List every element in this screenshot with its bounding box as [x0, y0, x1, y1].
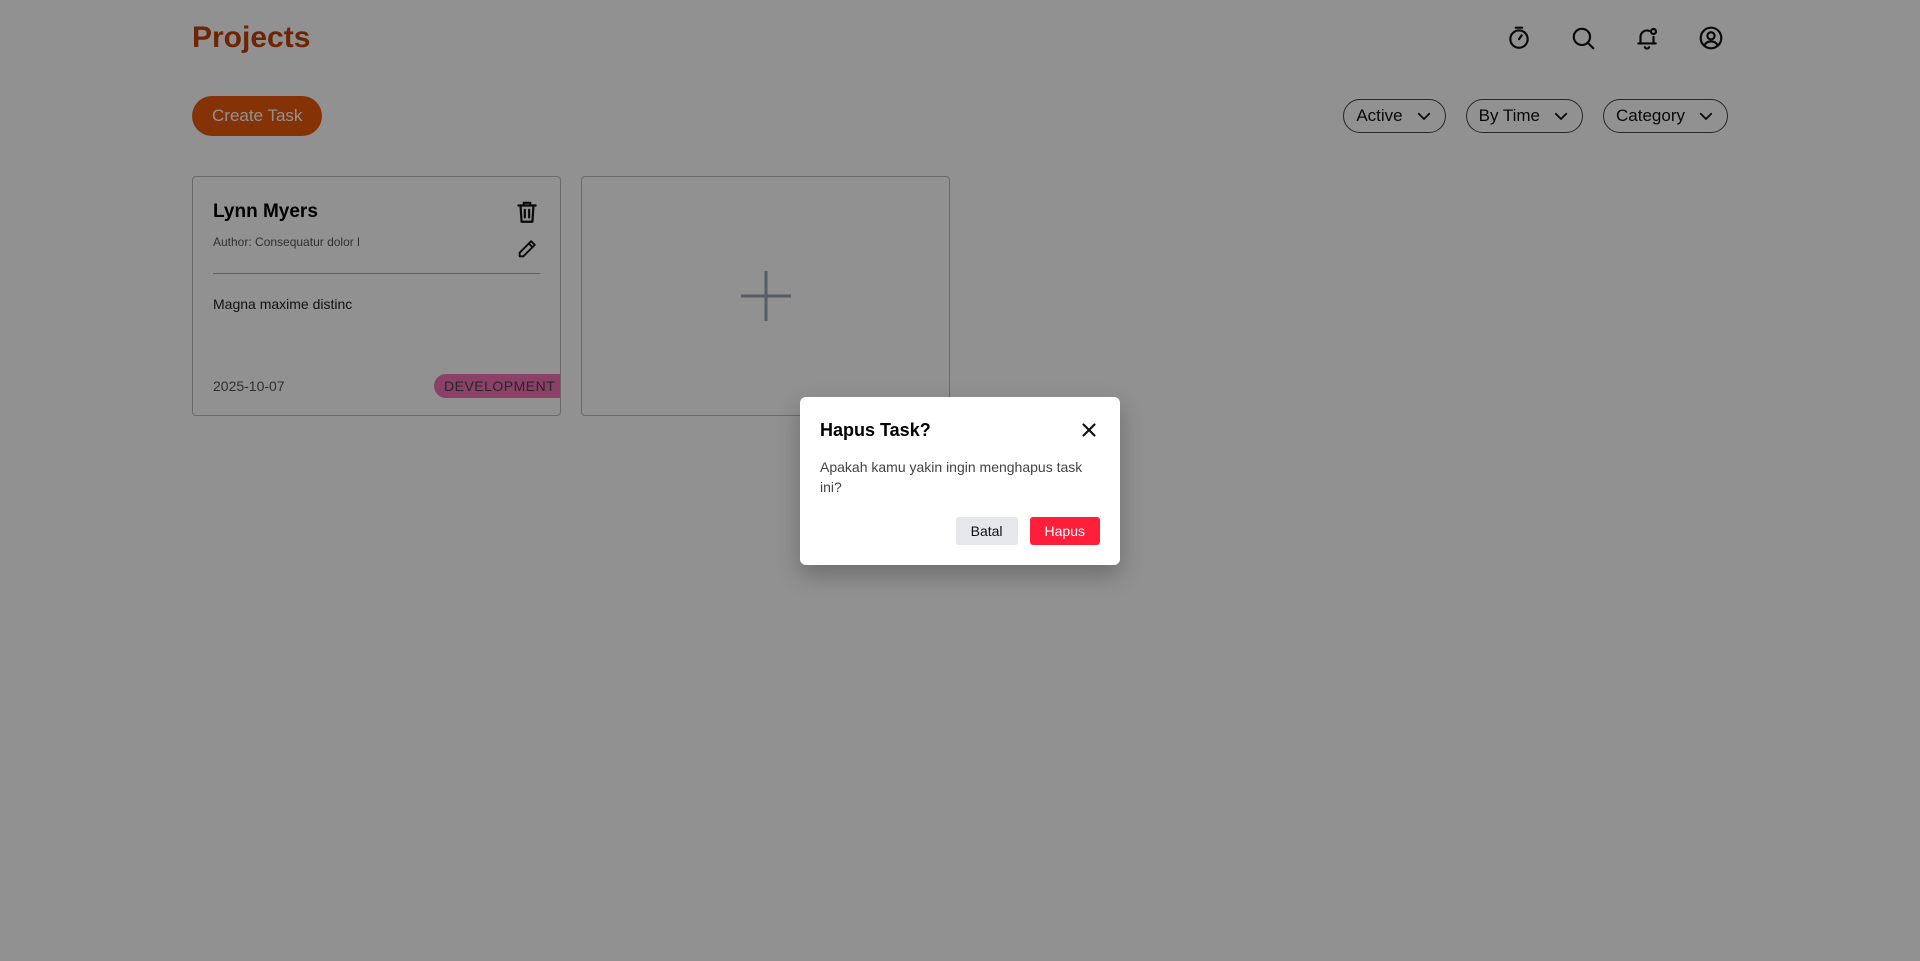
close-icon[interactable] — [1078, 419, 1100, 441]
delete-button[interactable]: Hapus — [1029, 517, 1100, 545]
page: Projects Create Task Active By Time Cate… — [0, 0, 1920, 961]
delete-task-dialog: Hapus Task? Apakah kamu yakin ingin meng… — [800, 397, 1120, 565]
cancel-button[interactable]: Batal — [955, 517, 1018, 545]
dialog-message: Apakah kamu yakin ingin menghapus task i… — [820, 459, 1083, 495]
dialog-title: Hapus Task? — [820, 420, 931, 440]
dialog-actions: Batal Hapus — [955, 517, 1100, 545]
